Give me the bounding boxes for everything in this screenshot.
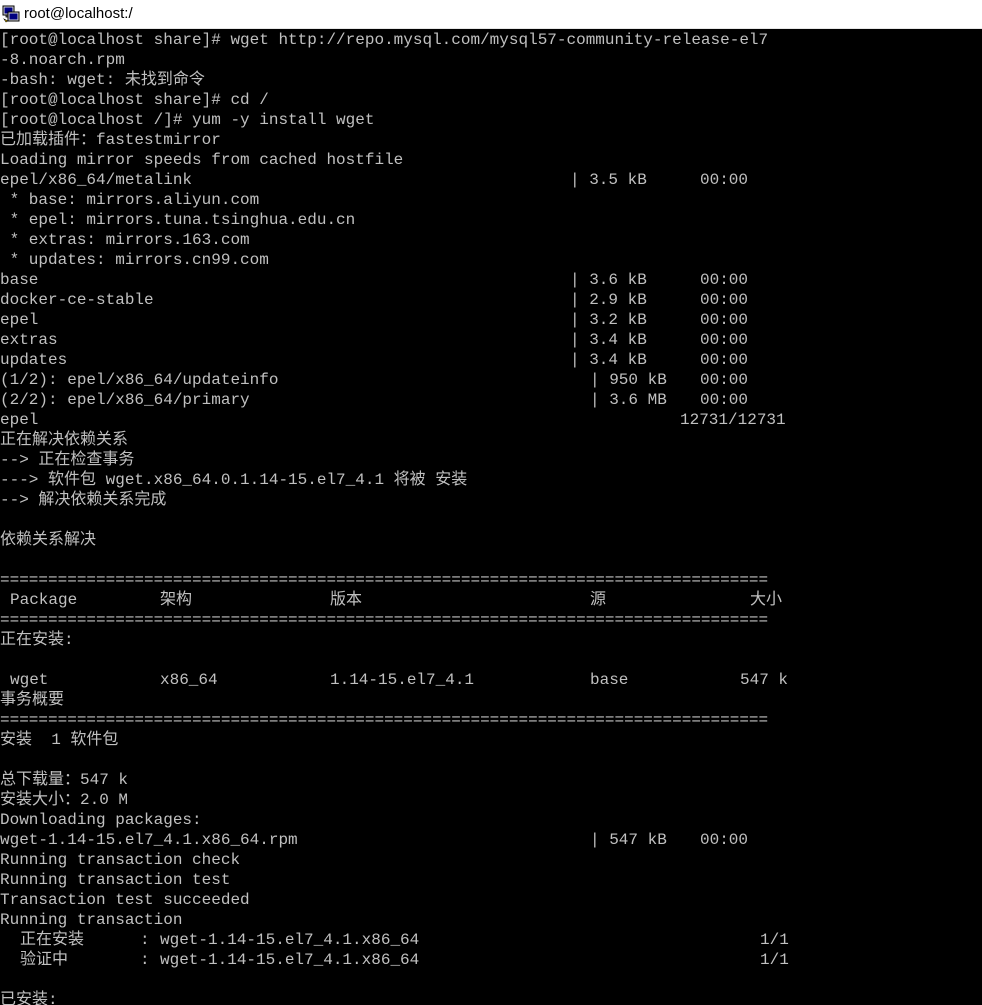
repo-size: | 3.2 kB (570, 311, 647, 329)
terminal-line: (2/2): epel/x86_64/primary | 3.6 MB 00:00 (0, 391, 749, 409)
repo-size: | 2.9 kB (570, 291, 647, 309)
terminal-line: --> 正在检查事务 (0, 451, 135, 469)
epel-progress: 12731/12731 (680, 411, 786, 429)
tx-step-package: wget-1.14-15.el7_4.1.x86_64 (160, 951, 420, 969)
repo-time: 00:00 (700, 171, 749, 189)
terminal-line: 正在安装: (0, 631, 74, 649)
terminal-line: 安装 1 软件包 (0, 731, 119, 749)
terminal-line: 依赖关系解决 (0, 531, 97, 549)
terminal-line: 已加载插件：fastestmirror (0, 131, 221, 149)
terminal-line: 正在解决依赖关系 (0, 431, 129, 449)
window-title: root@localhost:/ (24, 5, 133, 22)
repo-time: 00:00 (700, 331, 749, 349)
table-cell-repo: base (590, 671, 629, 689)
terminal-line: * base: mirrors.aliyun.com (0, 191, 260, 209)
terminal-line: -bash: wget: 未找到命令 (0, 71, 205, 89)
terminal-line: * extras: mirrors.163.com (0, 231, 250, 249)
terminal-line: Running transaction check (0, 851, 241, 869)
repo-time: 00:00 (700, 311, 749, 329)
table-cell-package: wget (10, 671, 49, 689)
tx-step-count: 1/1 (760, 951, 789, 969)
terminal-line: epel 12731/12731 (0, 411, 786, 429)
tx-step-separator: : (140, 951, 150, 969)
table-header-package: Package (10, 591, 78, 609)
repo-time: 00:00 (700, 351, 749, 369)
terminal-line: * epel: mirrors.tuna.tsinghua.edu.cn (0, 211, 356, 229)
putty-terminal-icon[interactable] (2, 5, 20, 23)
download-time: 00:00 (700, 831, 749, 849)
terminal-line: 总下载量：547 k (0, 771, 129, 789)
terminal-line: Loading mirror speeds from cached hostfi… (0, 151, 404, 169)
terminal-line: epel | 3.2 kB 00:00 (0, 311, 749, 329)
tx-step-label: 验证中 (20, 951, 69, 969)
tx-step-count: 1/1 (760, 931, 789, 949)
terminal-line: docker-ce-stable | 2.9 kB 00:00 (0, 291, 749, 309)
repo-size: | 3.4 kB (570, 331, 647, 349)
repo-size: | 3.6 kB (570, 271, 647, 289)
terminal-line: extras | 3.4 kB 00:00 (0, 331, 749, 349)
terminal-line: Transaction test succeeded (0, 891, 250, 909)
terminal-line: ---> 软件包 wget.x86_64.0.1.14-15.el7_4.1 将… (0, 471, 468, 489)
terminal-line: ========================================… (0, 571, 769, 589)
repo-size: | 3.5 kB (570, 171, 647, 189)
terminal-output[interactable]: [root@localhost share]# wget http://repo… (0, 29, 982, 1005)
terminal-line: Running transaction test (0, 871, 231, 889)
download-size: | 547 kB (590, 831, 667, 849)
table-cell-size: 547 k (740, 671, 789, 689)
tx-step-package: wget-1.14-15.el7_4.1.x86_64 (160, 931, 420, 949)
terminal-line: (1/2): epel/x86_64/updateinfo | 950 kB 00:… (0, 371, 749, 389)
table-header-size: 大小 (750, 591, 783, 609)
download-size: | 950 kB (590, 371, 667, 389)
terminal-line: 已安装: (0, 991, 58, 1005)
table-header-arch: 架构 (160, 591, 193, 609)
terminal-line: base | 3.6 kB 00:00 (0, 271, 749, 289)
tx-step-separator: : (140, 931, 150, 949)
repo-time: 00:00 (700, 291, 749, 309)
download-time: 00:00 (700, 391, 749, 409)
table-header-repo: 源 (590, 591, 607, 609)
terminal-line: Running transaction (0, 911, 183, 929)
table-header-version: 版本 (330, 591, 363, 609)
table-cell-arch: x86_64 (160, 671, 218, 689)
terminal-line: ========================================… (0, 711, 769, 729)
download-time: 00:00 (700, 371, 749, 389)
terminal-line: updates | 3.4 kB 00:00 (0, 351, 749, 369)
terminal-line: 安装大小：2.0 M (0, 791, 129, 809)
terminal-line: * updates: mirrors.cn99.com (0, 251, 269, 269)
tx-step-label: 正在安装 (20, 931, 85, 949)
terminal-line: -8.noarch.rpm (0, 51, 125, 69)
terminal-line: epel/x86_64/metalink | 3.5 kB 00:00 (0, 171, 749, 189)
repo-size: | 3.4 kB (570, 351, 647, 369)
terminal-line: [root@localhost /]# yum -y install wget (0, 111, 375, 129)
terminal-line: [root@localhost share]# cd / (0, 91, 269, 109)
terminal-line: --> 解决依赖关系完成 (0, 491, 167, 509)
terminal-line: [root@localhost share]# wget http://repo… (0, 31, 769, 49)
download-size: | 3.6 MB (590, 391, 667, 409)
terminal-line: wget-1.14-15.el7_4.1.x86_64.rpm | 547 kB 0… (0, 831, 749, 849)
terminal-line: Downloading packages: (0, 811, 202, 829)
title-bar[interactable]: root@localhost:/ (0, 0, 982, 29)
terminal-window: root@localhost:/ [root@localhost share]#… (0, 0, 982, 1005)
repo-time: 00:00 (700, 271, 749, 289)
terminal-line: 事务概要 (0, 691, 65, 709)
terminal-line: ========================================… (0, 611, 769, 629)
table-cell-version: 1.14-15.el7_4.1 (330, 671, 475, 689)
